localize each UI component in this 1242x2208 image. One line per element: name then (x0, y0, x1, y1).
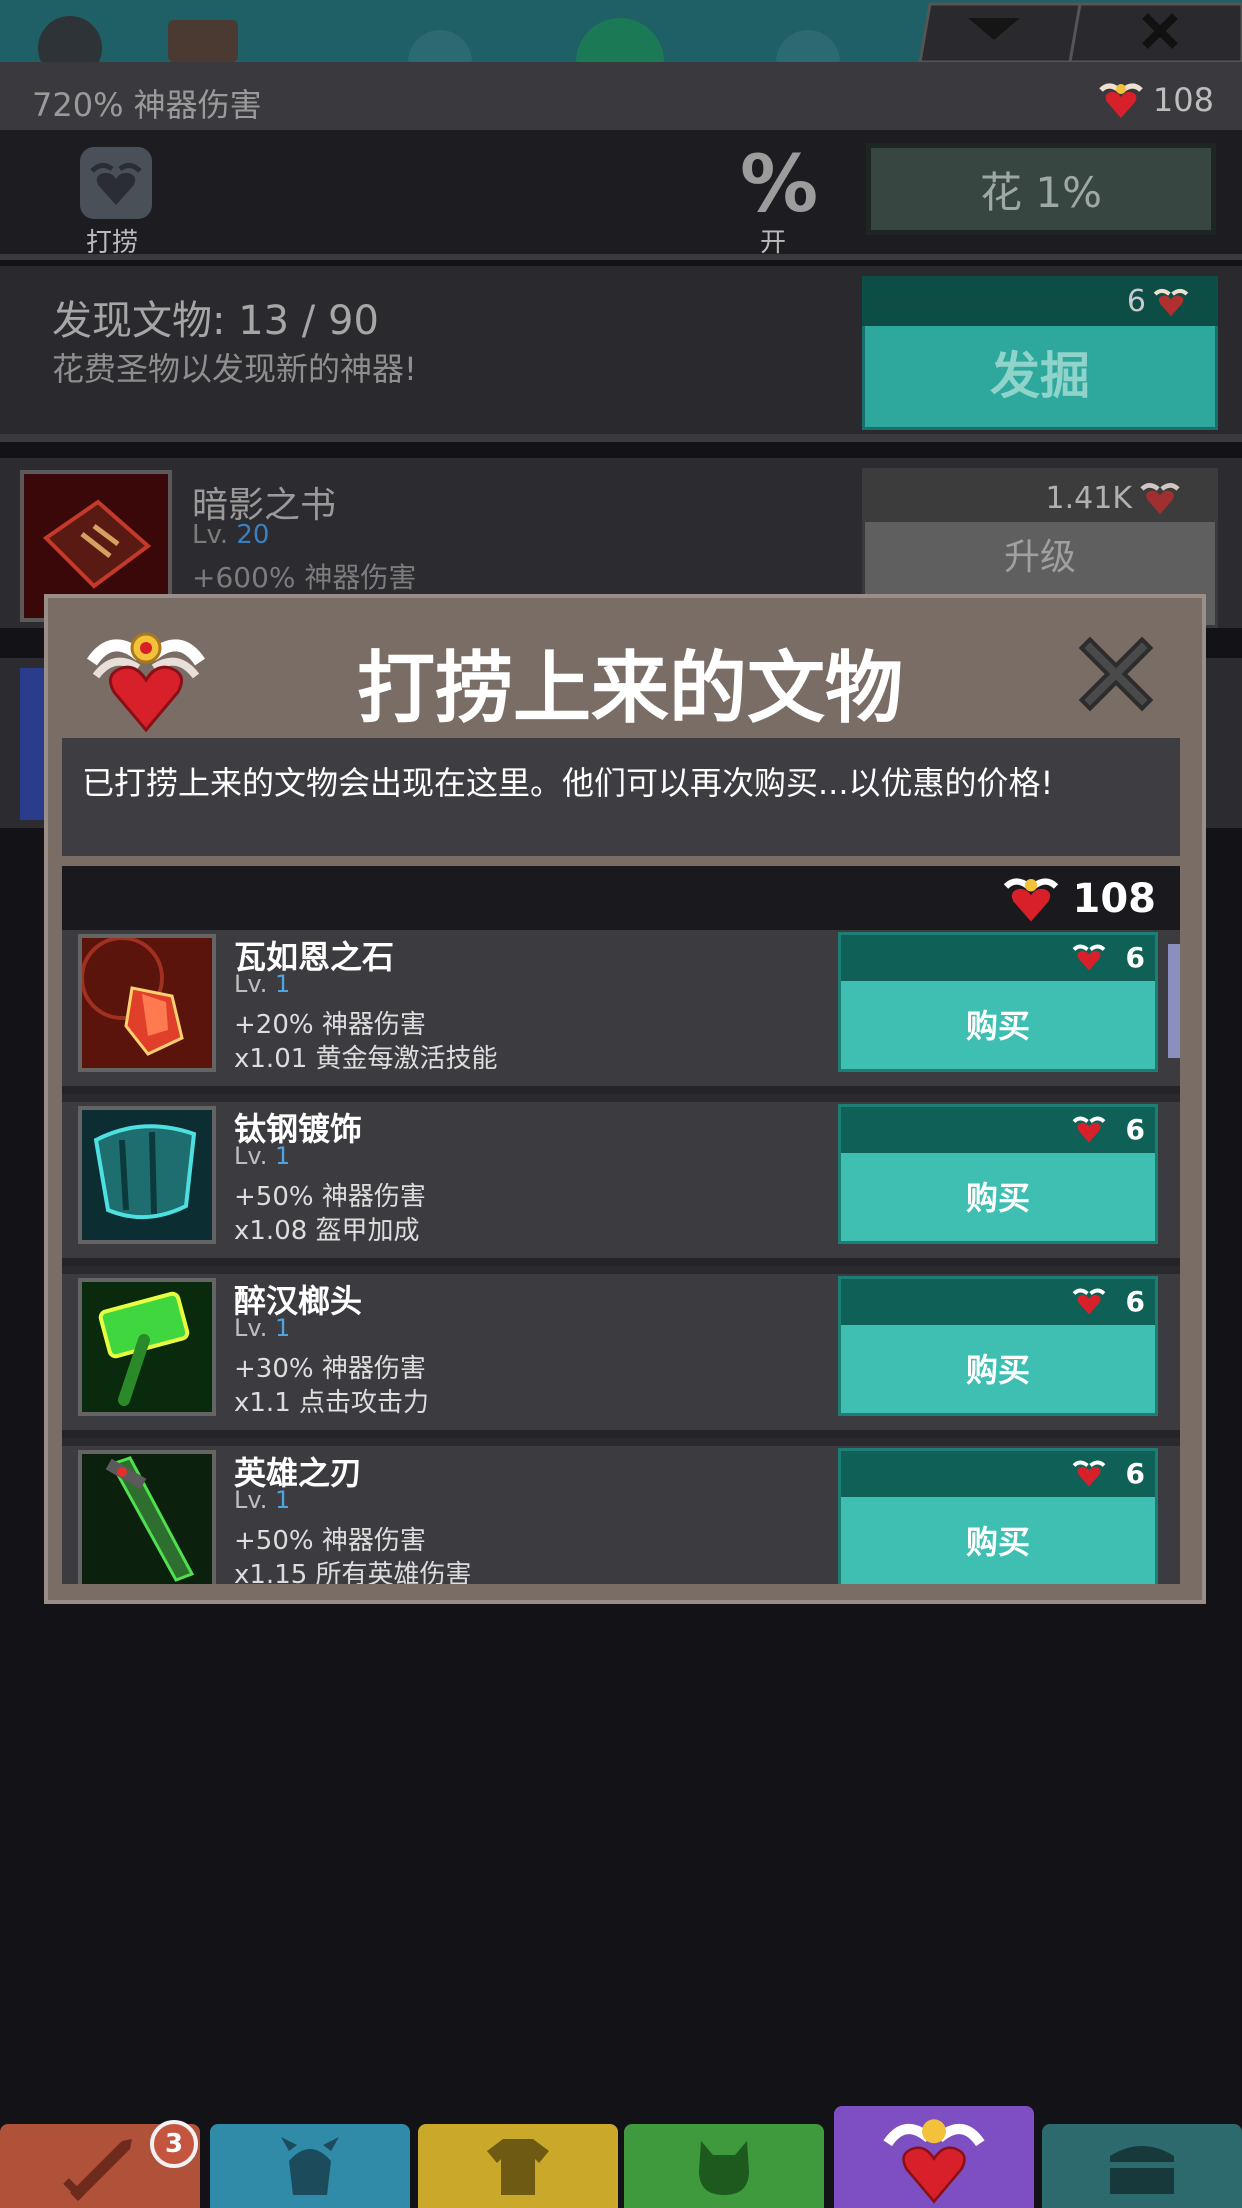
relic-count-text: 108 (1152, 81, 1214, 119)
artifact-damage-total: 720% 神器伤害 (32, 86, 262, 124)
sword-icon (63, 2139, 132, 2201)
relic-heart-icon (1072, 944, 1106, 971)
gear-icon (38, 16, 102, 62)
drunken-hammer-icon (78, 1278, 216, 1416)
buy-label: 购买 (965, 1007, 1030, 1045)
buy-label: 购买 (965, 1351, 1030, 1389)
buy-button[interactable]: 6 购买 (838, 1276, 1158, 1416)
relic-heart-icon (1072, 1116, 1106, 1143)
artifact-damage-bonus: +50% 神器伤害 (234, 1526, 426, 1556)
tab-pets[interactable] (624, 2124, 824, 2208)
dialog-description: 已打捞上来的文物会出现在这里。他们可以再次购买...以优惠的价格! (82, 764, 1054, 802)
titanium-plating-icon (78, 1106, 216, 1244)
artifact-bonus: +600% 神器伤害 (192, 561, 417, 594)
relic-heart-icon (1153, 288, 1189, 316)
artifact-level: Lv. 1 (234, 1486, 291, 1514)
shirt-icon (487, 2139, 549, 2195)
shield-icon (168, 20, 238, 62)
worchest-stone-icon (78, 934, 216, 1072)
upgrade-label: 升级 (1003, 537, 1076, 578)
artifact-level: Lv. 1 (234, 1142, 291, 1170)
level-value: 20 (236, 520, 270, 550)
chest-icon (1110, 2146, 1174, 2194)
salvage-icon[interactable] (80, 147, 152, 219)
list-item: 钛钢镀饰 Lv. 1 +50% 神器伤害 x1.08 盔甲加成 6 购买 (62, 1102, 1180, 1266)
buy-button[interactable]: 6 购买 (838, 1104, 1158, 1244)
salvage-label: 打捞 (86, 228, 139, 258)
artifact-effect: x1.15 所有英雄伤害 (234, 1560, 472, 1584)
buy-label: 购买 (965, 1179, 1030, 1217)
buy-cost-bar (841, 935, 1155, 981)
discover-title: 发现文物: 13 / 90 (52, 298, 379, 344)
dialog-title: 打捞上来的文物 (356, 644, 903, 734)
tab-shop[interactable] (1042, 2124, 1242, 2208)
artifact-effect: x1.1 点击攻击力 (234, 1388, 430, 1418)
relic-balance-value: 108 (1072, 876, 1157, 922)
dialog-close-button[interactable] (1078, 636, 1154, 712)
close-panel-button[interactable] (1080, 0, 1242, 62)
relic-heart-icon (1072, 1288, 1106, 1315)
relic-heart-icon (1140, 483, 1180, 515)
tab-equipment[interactable] (418, 2124, 618, 2208)
list-item: 醉汉榔头 Lv. 1 +30% 神器伤害 x1.1 点击攻击力 6 购买 (62, 1274, 1180, 1438)
artifact-level: Lv. 20 (192, 520, 269, 550)
buy-cost-bar (841, 1451, 1155, 1497)
list-item: 瓦如恩之石 Lv. 1 +20% 神器伤害 x1.01 黄金每激活技能 6 购买 (62, 930, 1180, 1094)
buy-cost-bar (841, 1107, 1155, 1153)
dig-button-label: 发掘 (990, 347, 1090, 405)
artifact-damage-bonus: +50% 神器伤害 (234, 1182, 426, 1212)
buy-cost: 6 (1125, 1285, 1145, 1318)
tab-heroes[interactable] (210, 2124, 410, 2208)
relic-heart-icon (1003, 878, 1058, 922)
close-icon (1078, 636, 1154, 712)
artifact-effect: x1.08 盔甲加成 (234, 1216, 420, 1246)
collapse-panel-button[interactable] (920, 0, 1090, 62)
artifact-level: Lv. 1 (234, 970, 291, 998)
list-scrollbar[interactable] (1168, 944, 1180, 1058)
discover-subtitle: 花费圣物以发现新的神器! (52, 350, 417, 388)
dig-cost-value: 6 (1126, 284, 1146, 319)
helmet-icon (281, 2137, 339, 2195)
relic-heart-icon (883, 2119, 985, 2204)
salvaged-artifact-list[interactable]: 瓦如恩之石 Lv. 1 +20% 神器伤害 x1.01 黄金每激活技能 6 购买… (62, 930, 1180, 1584)
artifact-level: Lv. 1 (234, 1314, 291, 1342)
relic-heart-icon (1072, 1460, 1106, 1487)
artifact-damage-bonus: +30% 神器伤害 (234, 1354, 426, 1384)
buy-button[interactable]: 6 购买 (838, 1448, 1158, 1584)
pet-icon (699, 2141, 749, 2195)
relic-heart-icon (1099, 83, 1143, 118)
percent-icon[interactable]: % (740, 140, 818, 230)
upgrade-cost-value: 1.41K (1045, 480, 1132, 516)
buy-button[interactable]: 6 购买 (838, 932, 1158, 1072)
dig-cost: 6 (1127, 284, 1190, 319)
buy-cost: 6 (1125, 1113, 1145, 1146)
buy-cost: 6 (1125, 941, 1145, 974)
spend-percent-button[interactable]: 花 1% (866, 143, 1216, 235)
relic-heart-icon (84, 622, 208, 734)
buy-label: 购买 (965, 1523, 1030, 1561)
tab-artifacts[interactable] (834, 2106, 1034, 2208)
hero-blade-icon (78, 1450, 216, 1584)
artifact-effect: x1.01 黄金每激活技能 (234, 1044, 498, 1074)
spend-percent-label: 花 1% (980, 167, 1102, 217)
relic-balance: 108 (1001, 874, 1157, 924)
percent-toggle-label: 开 (760, 228, 787, 258)
level-prefix: Lv. (192, 520, 229, 550)
buy-cost: 6 (1125, 1457, 1145, 1490)
notification-badge: 3 (150, 2120, 198, 2168)
upgrade-cost: 1.41K (1046, 480, 1182, 516)
artifact-damage-bonus: +20% 神器伤害 (234, 1010, 426, 1040)
list-item: 英雄之刃 Lv. 1 +50% 神器伤害 x1.15 所有英雄伤害 6 购买 (62, 1446, 1180, 1584)
buy-cost-bar (841, 1279, 1155, 1325)
relic-balance: 108 (1097, 80, 1214, 120)
